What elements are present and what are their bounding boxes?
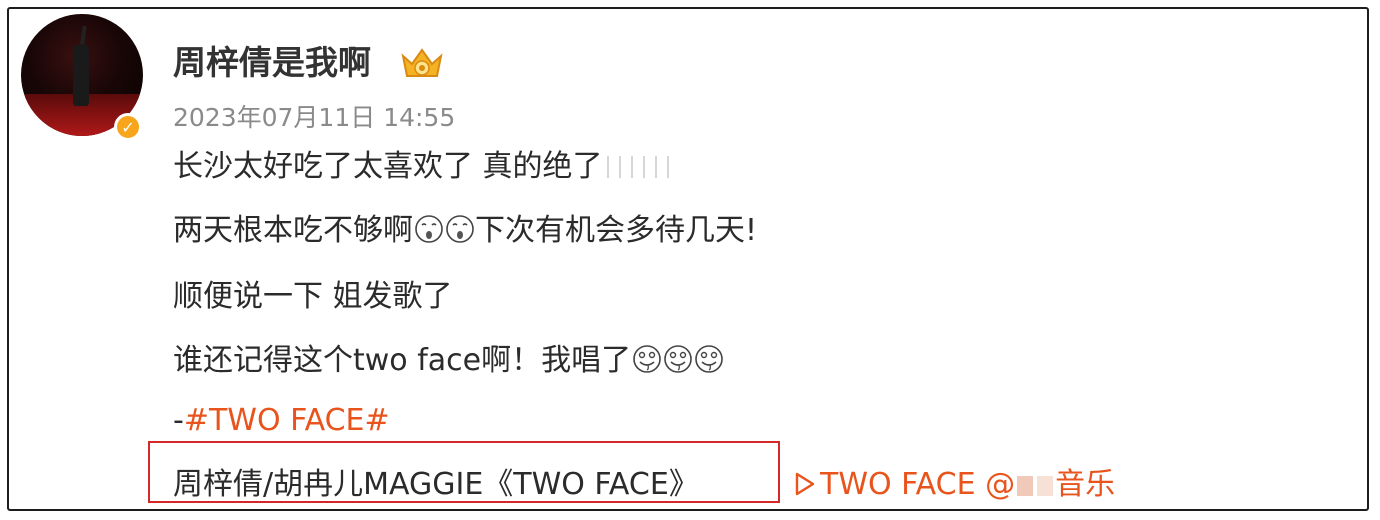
post-line-1-text: 长沙太好吃了太喜欢了 真的绝了	[173, 149, 603, 184]
music-title[interactable]: 周梓倩/胡冉儿MAGGIE《TWO FACE》	[173, 465, 699, 505]
vip-crown-icon[interactable]	[399, 46, 445, 82]
avatar-figure	[73, 44, 89, 106]
play-triangle-icon	[795, 472, 815, 496]
music-link-text: TWO FACE @	[820, 467, 1016, 502]
hashtag-link[interactable]: #TWO FACE#	[184, 403, 390, 438]
drooling-emoji-icon	[633, 345, 661, 373]
music-link[interactable]: TWO FACE @ 音乐	[794, 465, 1115, 505]
verified-badge-icon: ✓	[114, 113, 142, 141]
post-line-2: 两天根本吃不够啊 下次有机会多待几天!	[173, 211, 757, 251]
music-link-suffix: 音乐	[1055, 467, 1116, 502]
redacted-block	[1017, 476, 1034, 496]
post-line-2-text-a: 两天根本吃不够啊	[173, 213, 413, 248]
post-line-5: -#TWO FACE#	[173, 401, 390, 441]
hashtag-dash: -	[173, 403, 184, 438]
drooling-emoji-icon	[695, 345, 723, 373]
post-line-3: 顺便说一下 姐发歌了	[173, 277, 453, 317]
username[interactable]: 周梓倩是我啊	[173, 43, 371, 83]
redacted-block	[1037, 476, 1054, 496]
crying-emoji-icon	[415, 215, 443, 243]
broken-emoji-placeholder	[606, 149, 679, 189]
post-line-4-text: 谁还记得这个two face啊！我唱了	[173, 343, 632, 378]
post-timestamp[interactable]: 2023年07月11日 14:55	[173, 101, 455, 135]
post-line-3-text: 顺便说一下 姐发歌了	[173, 279, 453, 314]
crying-emoji-icon	[446, 215, 474, 243]
weibo-post-card: ✓ 周梓倩是我啊 2023年07月11日 14:55 长沙太好吃了太喜欢了 真的…	[7, 7, 1369, 511]
drooling-emoji-icon	[664, 345, 692, 373]
post-line-2-text-b: 下次有机会多待几天!	[475, 213, 758, 248]
post-line-1: 长沙太好吃了太喜欢了 真的绝了	[173, 147, 679, 189]
post-line-4: 谁还记得这个two face啊！我唱了	[173, 341, 724, 381]
